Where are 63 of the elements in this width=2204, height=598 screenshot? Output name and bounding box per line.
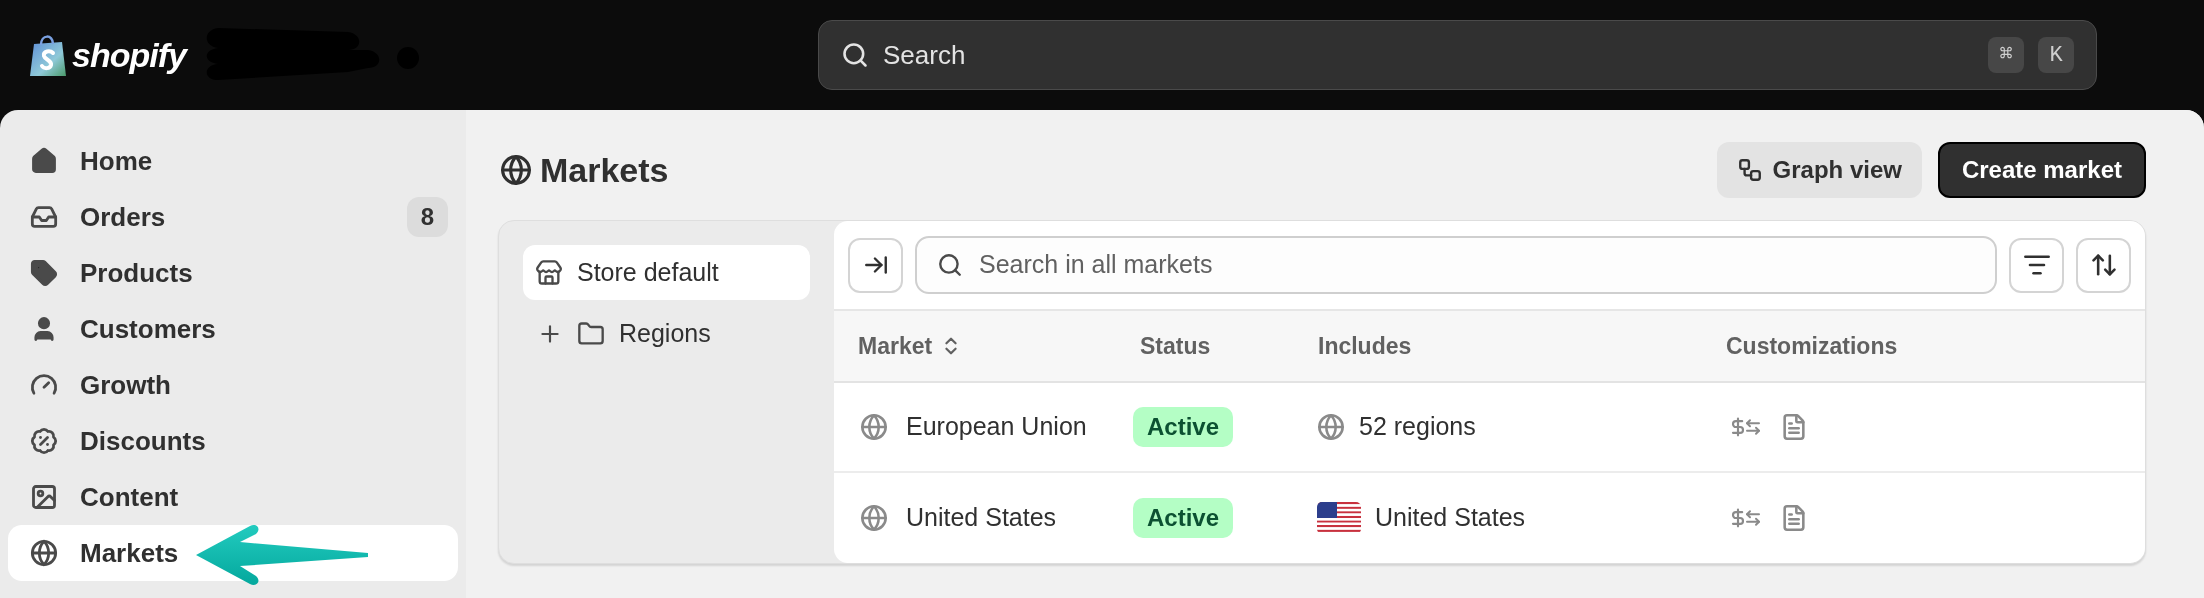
- tag-icon: [30, 259, 58, 287]
- sidebar-label: Home: [80, 144, 153, 178]
- table-search-field[interactable]: Search in all markets: [915, 236, 1997, 294]
- sidebar-label: Products: [80, 256, 193, 290]
- sidebar-item[interactable]: Growth: [8, 357, 458, 413]
- collapse-panel-button[interactable]: [848, 237, 903, 293]
- includes-text: 52 regions: [1359, 411, 1476, 443]
- inbox-icon: [30, 203, 58, 231]
- sidebar-item[interactable]: Discounts: [8, 413, 458, 469]
- globe-icon: [30, 539, 58, 567]
- status-badge: Active: [1133, 498, 1234, 538]
- graph-view-button[interactable]: Graph view: [1716, 142, 1922, 198]
- brand-logo-text: shopify: [72, 34, 186, 76]
- shortcut-key: ⌘: [1988, 37, 2024, 73]
- create-market-button[interactable]: Create market: [1937, 142, 2146, 198]
- shopping-bag-logo-icon: [28, 32, 68, 78]
- search-icon: [841, 41, 869, 69]
- globe-icon: [500, 154, 532, 186]
- market-name: European Union: [906, 411, 1087, 443]
- search-field[interactable]: Search ⌘ K: [818, 20, 2097, 90]
- column-header: Includes: [1318, 331, 1412, 361]
- status-badge: Active: [1133, 407, 1234, 447]
- search-placeholder: Search: [883, 38, 967, 72]
- sidebar-item[interactable]: Home: [8, 133, 458, 189]
- sort-button[interactable]: [2076, 237, 2131, 293]
- sidebar-item[interactable]: Orders 8: [8, 189, 458, 245]
- page-title: Markets: [540, 149, 670, 191]
- column-header: Customizations: [1726, 331, 1898, 361]
- sidebar-label: Markets: [80, 536, 179, 570]
- sidebar-label: Customers: [80, 312, 216, 346]
- globe-icon: [860, 413, 888, 441]
- tree-label: Store default: [577, 256, 719, 288]
- image-icon: [30, 483, 58, 511]
- sidebar-label: Growth: [80, 368, 171, 402]
- includes-text: United States: [1375, 502, 1526, 534]
- sort-arrows-icon: [2089, 251, 2118, 279]
- search-placeholder: Search in all markets: [979, 249, 1213, 281]
- filter-button[interactable]: [2009, 237, 2064, 293]
- market-name: United States: [906, 502, 1057, 534]
- document-tag-icon: [1780, 413, 1808, 441]
- graph-icon: [1736, 157, 1763, 183]
- sidebar-item[interactable]: Content: [8, 469, 458, 525]
- us-flag-icon: [1317, 502, 1361, 534]
- home-icon: [30, 147, 58, 175]
- tree-item[interactable]: Store default: [523, 245, 810, 300]
- tree-label: Regions: [619, 317, 711, 349]
- shortcut-key: K: [2038, 37, 2074, 73]
- search-icon: [937, 252, 963, 278]
- column-header: Status: [1140, 331, 1211, 361]
- folder-icon: [577, 319, 605, 348]
- sidebar-label: Orders: [80, 200, 166, 234]
- globe-icon: [860, 504, 888, 532]
- document-tag-icon: [1780, 504, 1808, 532]
- sidebar-label: Discounts: [80, 424, 206, 458]
- globe-icon: [1317, 413, 1345, 441]
- store-icon: [535, 258, 563, 287]
- count-badge: 8: [406, 197, 448, 237]
- tree-item[interactable]: Regions: [523, 306, 810, 361]
- column-header[interactable]: Market: [858, 328, 933, 364]
- sidebar-label: Content: [80, 480, 179, 514]
- sidebar-item[interactable]: Products: [8, 245, 458, 301]
- percent-badge-icon: [30, 427, 58, 455]
- sidebar-item[interactable]: Customers: [8, 301, 458, 357]
